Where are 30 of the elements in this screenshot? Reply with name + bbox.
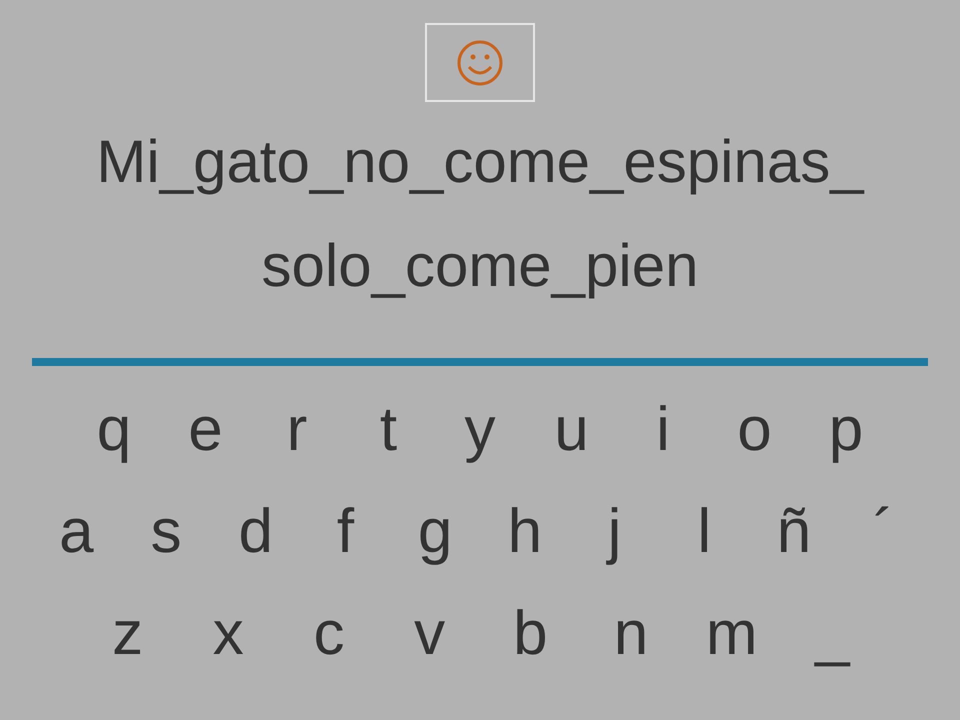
letter-key[interactable]: _ bbox=[782, 598, 883, 670]
letter-key[interactable]: y bbox=[434, 394, 526, 466]
letter-key[interactable]: v bbox=[379, 598, 480, 670]
letter-key[interactable]: l bbox=[659, 496, 750, 568]
letter-key[interactable]: u bbox=[526, 394, 618, 466]
letter-key[interactable]: g bbox=[390, 496, 480, 568]
letter-key[interactable]: h bbox=[480, 496, 570, 568]
letter-key[interactable]: ´ bbox=[838, 496, 928, 568]
letter-key[interactable]: s bbox=[121, 496, 211, 568]
letter-key[interactable]: m bbox=[681, 598, 782, 670]
letter-key[interactable]: f bbox=[300, 496, 390, 568]
letter-key[interactable]: d bbox=[210, 496, 301, 568]
letter-key[interactable]: t bbox=[342, 394, 434, 466]
letter-key[interactable]: c bbox=[278, 598, 380, 670]
letter-key[interactable]: q bbox=[68, 394, 160, 466]
letter-key[interactable]: z bbox=[77, 598, 178, 670]
letter-key[interactable]: r bbox=[251, 394, 343, 466]
letter-key[interactable]: n bbox=[580, 598, 682, 670]
letter-key[interactable]: a bbox=[32, 496, 122, 568]
sentence-text: Mi_gato_no_come_espinas_ bbox=[96, 132, 864, 192]
letter-key[interactable]: i bbox=[617, 394, 709, 466]
letter-key[interactable]: j bbox=[570, 496, 660, 568]
sentence-text: solo_come_pien bbox=[262, 236, 698, 296]
letter-key[interactable]: b bbox=[480, 598, 581, 670]
letter-key[interactable]: e bbox=[160, 394, 252, 466]
letter-key[interactable]: ñ bbox=[749, 496, 839, 568]
letter-key[interactable]: o bbox=[708, 394, 800, 466]
letter-key[interactable]: x bbox=[178, 598, 279, 670]
smiley-icon bbox=[456, 38, 504, 86]
letter-key[interactable]: p bbox=[800, 394, 892, 466]
